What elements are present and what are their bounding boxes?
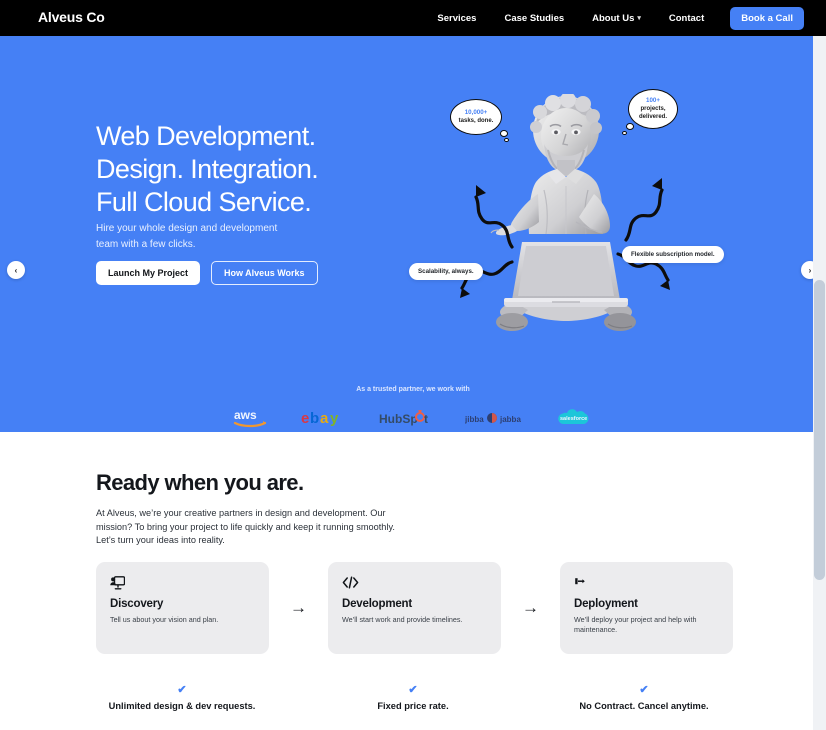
tasks-bubble-text: tasks, done. — [458, 118, 494, 124]
card-deployment-title: Deployment — [574, 598, 638, 610]
nav-item-about-us-label: About Us — [592, 12, 635, 24]
projects-bubble-tail-dot-large — [626, 123, 634, 130]
tasks-bubble: 10,000+ tasks, done. — [450, 99, 502, 135]
nav-links: Services Case Studies About Us ▾ Contact… — [423, 0, 804, 36]
ready-section: Ready when you are. At Alveus, we’re you… — [0, 432, 826, 730]
projects-bubble-text-2: delivered. — [638, 114, 667, 121]
subscription-pill: Flexible subscription model. — [622, 246, 724, 263]
tasks-bubble-stat: 10,000+ — [464, 108, 488, 116]
hero-buttons: Launch My Project How Alveus Works — [96, 261, 318, 285]
feature-fixed-price: ✔ Fixed price rate. — [326, 684, 501, 711]
rocket-launch-icon — [574, 576, 719, 592]
brand-logo[interactable]: Alveus Co — [38, 9, 105, 25]
check-icon-3: ✔ — [639, 684, 649, 696]
partners-label: As a trusted partner, we work with — [356, 386, 470, 393]
top-navbar: Alveus Co Services Case Studies About Us… — [0, 0, 826, 36]
salesforce-logo: salesforce — [555, 406, 593, 430]
carousel-prev-icon[interactable]: ‹ — [7, 261, 25, 279]
nav-item-case-studies[interactable]: Case Studies — [490, 13, 578, 24]
arrow-right-icon-2: → — [522, 598, 539, 617]
hero-title-line-2: Design. Integration. — [96, 154, 319, 184]
projects-bubble-stat: 100+ — [646, 96, 660, 104]
svg-text:t: t — [424, 412, 428, 426]
card-discovery-title: Discovery — [110, 598, 164, 610]
jibbajabba-logo: jibba jabba — [465, 411, 521, 425]
section-body: At Alveus, we’re your creative partners … — [96, 508, 395, 545]
squiggle-arrow-up-right-icon — [624, 178, 664, 242]
hero-subtitle-line-1: Hire your whole design and development — [96, 223, 278, 234]
projects-bubble-tail-dot-small — [622, 131, 627, 135]
hero-title: Web Development. Design. Integration. Fu… — [96, 120, 319, 219]
nav-item-contact-label: Contact — [668, 12, 705, 24]
hero-illustration: 10,000+ tasks, done. 100+ projects, deli… — [400, 76, 740, 356]
code-brackets-icon — [342, 576, 487, 592]
projects-bubble-text-1: projects, — [640, 105, 666, 112]
process-cards: Discovery Tell us about your vision and … — [96, 562, 733, 654]
hero-subtitle: Hire your whole design and development t… — [96, 221, 277, 253]
launch-my-project-button[interactable]: Launch My Project — [96, 261, 201, 285]
presentation-user-icon — [110, 576, 255, 592]
svg-text:y: y — [330, 410, 339, 427]
svg-text:b: b — [310, 410, 319, 427]
page-scrollbar-thumb[interactable] — [814, 280, 825, 580]
feature-unlimited-requests: ✔ Unlimited design & dev requests. — [95, 684, 270, 711]
tasks-bubble-tail-dot-large — [500, 130, 508, 137]
svg-text:jibba: jibba — [465, 415, 484, 424]
squiggle-arrow-up-left-icon — [474, 185, 514, 249]
book-a-call-button[interactable]: Book a Call — [730, 6, 804, 30]
projects-bubble: 100+ projects, delivered. — [628, 89, 678, 129]
card-development[interactable]: Development We’ll start work and provide… — [328, 562, 501, 654]
section-title: Ready when you are. — [96, 470, 304, 495]
feature-list: ✔ Unlimited design & dev requests. ✔ Fix… — [0, 684, 826, 711]
card-discovery[interactable]: Discovery Tell us about your vision and … — [96, 562, 269, 654]
nav-item-services[interactable]: Services — [423, 13, 490, 24]
feature-no-contract: ✔ No Contract. Cancel anytime. — [557, 684, 732, 711]
feature-no-contract-label: No Contract. Cancel anytime. — [579, 701, 709, 711]
ebay-logo: e b a y — [301, 409, 345, 427]
nav-item-contact[interactable]: Contact — [655, 13, 718, 24]
hero-title-line-1: Web Development. — [96, 121, 316, 151]
nav-item-case-studies-label: Case Studies — [504, 12, 565, 24]
page-scrollbar-track[interactable] — [813, 36, 826, 730]
nav-item-services-label: Services — [437, 12, 477, 24]
hero-subtitle-line-2: team with a few clicks. — [96, 239, 196, 250]
hubspot-logo: HubSp t — [379, 410, 431, 426]
aws-logo: aws — [233, 407, 267, 429]
card-discovery-desc: Tell us about your vision and plan. — [110, 615, 219, 624]
page-root: Alveus Co Services Case Studies About Us… — [0, 0, 826, 730]
arrow-right-icon-1: → — [290, 598, 307, 617]
nav-item-about-us[interactable]: About Us ▾ — [578, 13, 655, 24]
svg-text:a: a — [320, 410, 329, 427]
partner-logos: aws e b a y HubSp t jibba jabba salesfor… — [0, 406, 826, 430]
feature-fixed-price-label: Fixed price rate. — [377, 701, 449, 711]
hero-title-line-3: Full Cloud Service. — [96, 187, 312, 217]
feature-unlimited-requests-label: Unlimited design & dev requests. — [108, 701, 256, 711]
card-development-desc: We’ll start work and provide timelines. — [342, 615, 463, 624]
check-icon-2: ✔ — [408, 684, 418, 696]
svg-text:e: e — [301, 410, 309, 427]
svg-text:jabba: jabba — [499, 415, 521, 424]
card-development-title: Development — [342, 598, 413, 610]
svg-text:salesforce: salesforce — [560, 416, 587, 422]
how-alveus-works-button[interactable]: How Alveus Works — [211, 261, 318, 285]
hero-section: Web Development. Design. Integration. Fu… — [0, 36, 826, 432]
card-deployment-desc: We’ll deploy your project and help with … — [574, 615, 697, 634]
tasks-bubble-tail-dot-small — [504, 138, 509, 142]
check-icon-1: ✔ — [177, 684, 187, 696]
svg-text:HubSp: HubSp — [379, 412, 418, 426]
chevron-down-icon: ▾ — [637, 14, 641, 22]
card-deployment[interactable]: Deployment We’ll deploy your project and… — [560, 562, 733, 654]
scalability-pill: Scalability, always. — [409, 263, 483, 280]
svg-text:aws: aws — [234, 408, 257, 422]
